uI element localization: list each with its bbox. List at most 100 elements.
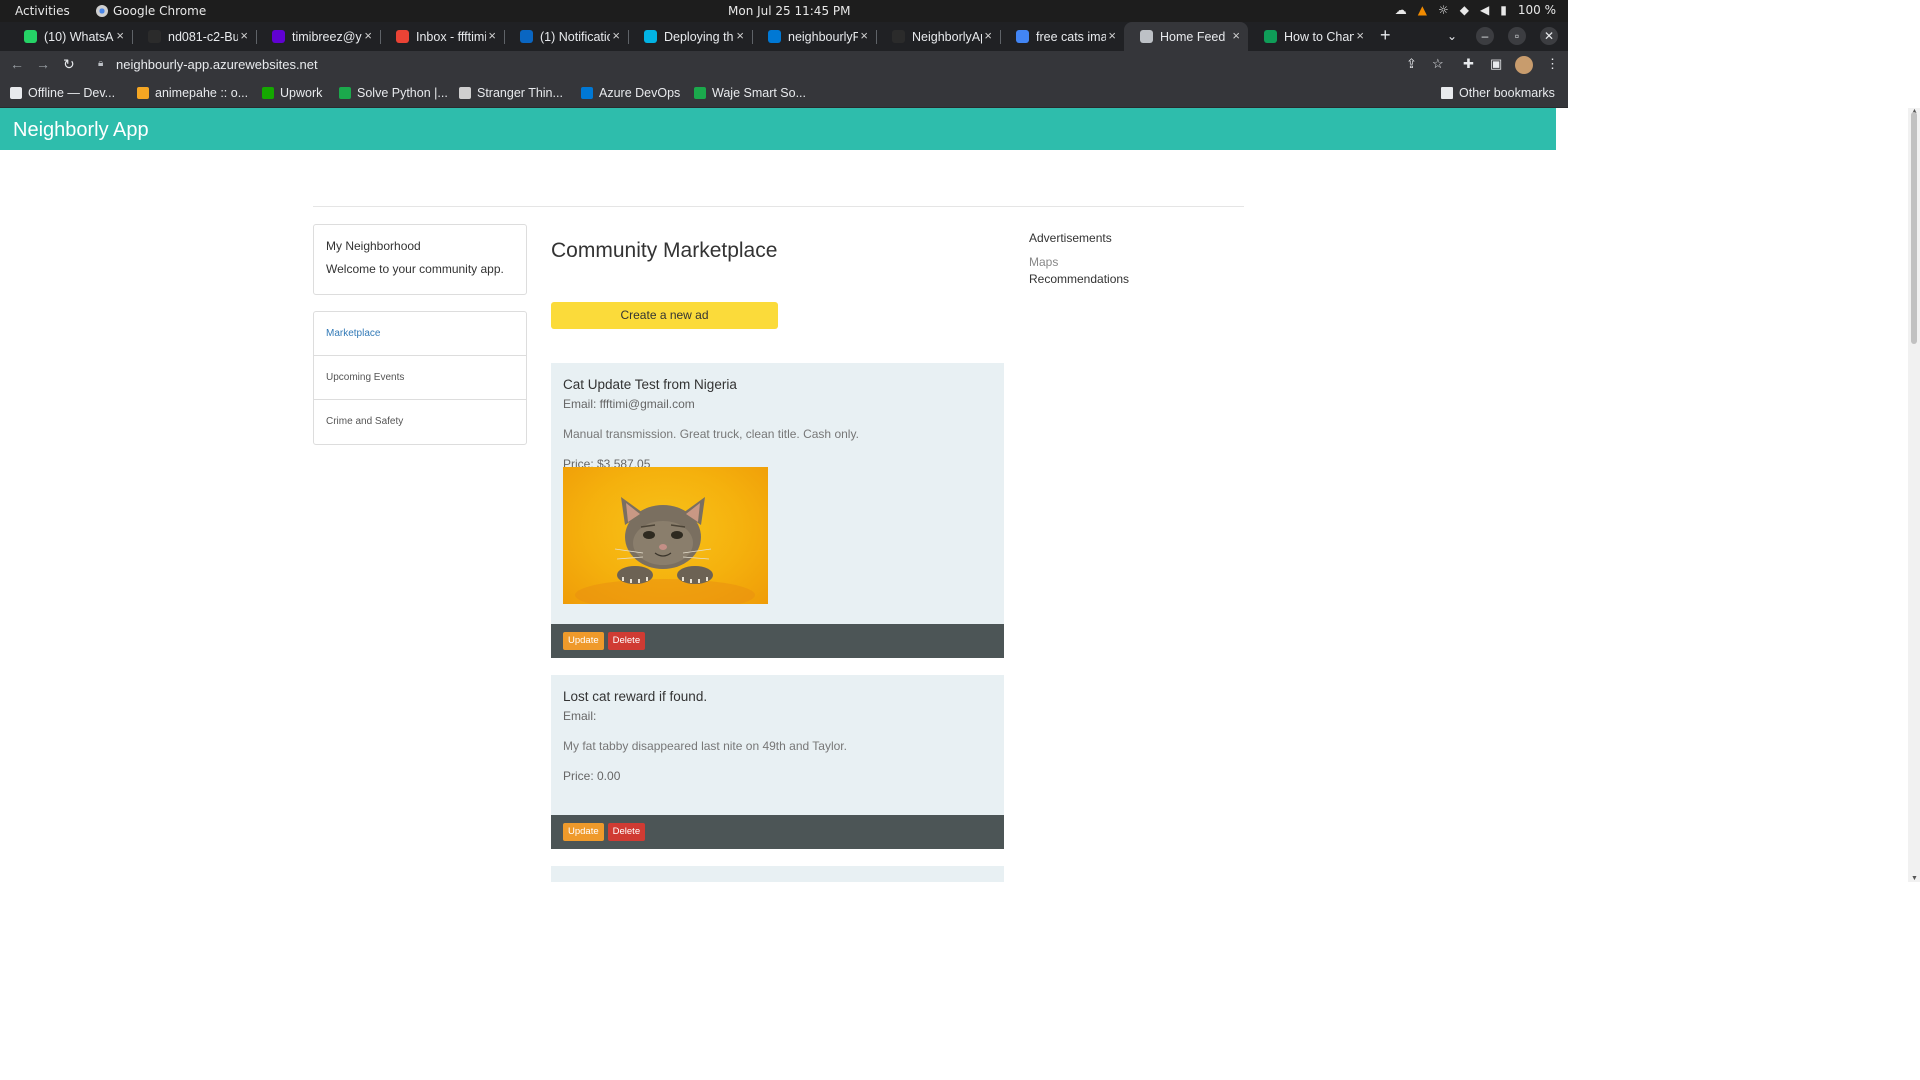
cloud-icon[interactable]: ☁ xyxy=(1395,3,1407,17)
ad-description: My fat tabby disappeared last nite on 49… xyxy=(563,739,847,753)
bookmark-item[interactable]: animepahe :: o... xyxy=(137,86,248,100)
chrome-icon xyxy=(96,5,108,17)
clock[interactable]: Mon Jul 25 11:45 PM xyxy=(728,4,850,18)
tab-close-icon[interactable]: × xyxy=(612,28,620,43)
create-ad-button[interactable]: Create a new ad xyxy=(551,302,778,329)
update-button[interactable]: Update xyxy=(563,823,604,841)
activities-button[interactable]: Activities xyxy=(15,4,70,18)
tab-close-icon[interactable]: × xyxy=(116,28,124,43)
vlc-icon[interactable]: ▲ xyxy=(1418,3,1427,17)
lock-icon[interactable]: 🔒︎ xyxy=(98,58,103,69)
tab-favicon-icon xyxy=(396,30,409,43)
sidebar-item-crime-and-safety[interactable]: Crime and Safety xyxy=(314,400,526,444)
tab-label: timibreez@yahoo xyxy=(292,29,362,44)
scroll-down-icon[interactable]: ▼ xyxy=(1911,875,1918,882)
new-tab-icon[interactable]: + xyxy=(1380,25,1391,46)
tab-close-icon[interactable]: × xyxy=(736,28,744,43)
forward-icon[interactable]: → xyxy=(36,56,50,72)
tab-close-icon[interactable]: × xyxy=(364,28,372,43)
tab-close-icon[interactable]: × xyxy=(1108,28,1116,43)
recommendations-link[interactable]: Recommendations xyxy=(1029,272,1129,286)
restore-icon[interactable]: ▫ xyxy=(1508,27,1526,45)
tab-close-icon[interactable]: × xyxy=(1356,28,1364,43)
side-panel-icon[interactable]: ▣ xyxy=(1490,56,1502,72)
tab-label: Inbox - ffftimi xyxy=(416,29,486,44)
tab-3[interactable]: Inbox - ffftimi × xyxy=(380,22,504,51)
brightness-icon: ☼ xyxy=(1438,3,1449,17)
neighborhood-subtitle: Welcome to your community app. xyxy=(326,262,504,276)
tab-favicon-icon xyxy=(1264,30,1277,43)
menu-icon[interactable]: ⋮ xyxy=(1546,56,1559,72)
tab-2[interactable]: timibreez@yahoo× xyxy=(256,22,380,51)
app-menu[interactable]: Google Chrome xyxy=(96,4,206,18)
bookmark-item[interactable]: Waje Smart So... xyxy=(694,86,806,100)
tab-1[interactable]: nd081-c2-Building× xyxy=(132,22,256,51)
bookmark-favicon-icon xyxy=(10,87,22,99)
tab-close-icon[interactable]: × xyxy=(984,28,992,43)
minimize-icon[interactable]: – xyxy=(1476,27,1494,45)
bookmark-label: Waje Smart So... xyxy=(712,86,807,100)
tab-4[interactable]: (1) Notifications× xyxy=(504,22,628,51)
sidebar-item-marketplace[interactable]: Marketplace xyxy=(314,312,526,356)
right-column: Advertisements Maps Recommendations xyxy=(1029,231,1129,286)
neighborhood-title: My Neighborhood xyxy=(326,239,421,253)
bookmark-item[interactable]: Offline — Dev... xyxy=(10,86,115,100)
bookmark-item[interactable]: Azure DevOps xyxy=(581,86,680,100)
bookmark-label: Offline — Dev... xyxy=(28,86,116,100)
tab-5[interactable]: Deploying the × xyxy=(628,22,752,51)
tab-9[interactable]: Home Feed × xyxy=(1124,22,1248,51)
web-page: Neighborly App My Neighborhood Welcome t… xyxy=(0,108,1556,882)
tab-separator xyxy=(132,30,133,44)
tab-label: (1) Notifications xyxy=(540,29,610,44)
page-title: Community Marketplace xyxy=(551,239,778,262)
close-window-icon[interactable]: ✕ xyxy=(1540,27,1558,45)
profile-avatar[interactable] xyxy=(1515,56,1533,74)
tab-8[interactable]: free cats images× xyxy=(1000,22,1124,51)
extensions-icon[interactable]: ✚ xyxy=(1463,56,1474,72)
app-name: Google Chrome xyxy=(113,4,207,18)
tab-10[interactable]: How to Change× xyxy=(1248,22,1372,51)
tab-strip: (10) WhatsApp×nd081-c2-Building×timibree… xyxy=(0,22,1568,51)
folder-icon xyxy=(1441,87,1453,99)
bookmark-star-icon[interactable]: ☆ xyxy=(1432,56,1444,72)
delete-button[interactable]: Delete xyxy=(607,823,646,841)
tab-0[interactable]: (10) WhatsApp× xyxy=(8,22,132,51)
bookmark-item[interactable]: Stranger Thin... xyxy=(459,86,563,100)
system-tray[interactable]: ☁ ▲ ☼ ◆ ◀ ▮ 100 % xyxy=(1395,3,1556,17)
tab-6[interactable]: neighbourlyFunctions× xyxy=(752,22,876,51)
maps-link[interactable]: Maps xyxy=(1029,255,1129,269)
ad-email: Email: ffftimi@gmail.com xyxy=(563,397,695,411)
other-bookmarks[interactable]: Other bookmarks xyxy=(1441,86,1555,100)
bookmark-item[interactable]: Upwork xyxy=(262,86,322,100)
bookmark-label: Azure DevOps xyxy=(599,86,681,100)
reload-icon[interactable]: ↻ xyxy=(63,56,75,73)
tab-separator xyxy=(628,30,629,44)
neighborhood-card: My Neighborhood Welcome to your communit… xyxy=(313,224,527,295)
tab-label: NeighborlyApp xyxy=(912,29,982,44)
back-icon[interactable]: ← xyxy=(10,56,24,72)
tab-close-icon[interactable]: × xyxy=(860,28,868,43)
tab-favicon-icon xyxy=(892,30,905,43)
bookmark-favicon-icon xyxy=(262,87,274,99)
bookmark-label: animepahe :: o... xyxy=(155,86,249,100)
address-bar[interactable]: neighbourly-app.azurewebsites.net xyxy=(116,57,318,72)
ad-title[interactable]: Cat Update Test from Nigeria xyxy=(563,377,992,392)
tab-close-icon[interactable]: × xyxy=(1232,28,1240,43)
ad-title[interactable]: Lost cat reward if found. xyxy=(563,689,992,704)
page-scrollbar[interactable]: ▲ ▼ xyxy=(1908,108,1920,882)
delete-button[interactable]: Delete xyxy=(607,632,646,650)
share-icon[interactable]: ⇪ xyxy=(1406,56,1417,72)
tab-label: Home Feed xyxy=(1160,29,1226,44)
bookmark-item[interactable]: Solve Python |... xyxy=(339,86,448,100)
wifi-icon: ◆ xyxy=(1459,3,1470,17)
app-brand[interactable]: Neighborly App xyxy=(13,119,149,141)
other-bookmarks-label: Other bookmarks xyxy=(1459,86,1555,100)
tab-close-icon[interactable]: × xyxy=(488,28,496,43)
tab-close-icon[interactable]: × xyxy=(240,28,248,43)
sidebar-nav: Marketplace Upcoming Events Crime and Sa… xyxy=(313,311,527,445)
tab-search-icon[interactable]: ⌄ xyxy=(1443,27,1461,45)
scrollbar-thumb[interactable] xyxy=(1911,112,1917,344)
update-button[interactable]: Update xyxy=(563,632,604,650)
sidebar-item-upcoming-events[interactable]: Upcoming Events xyxy=(314,356,526,400)
tab-7[interactable]: NeighborlyApp× xyxy=(876,22,1000,51)
